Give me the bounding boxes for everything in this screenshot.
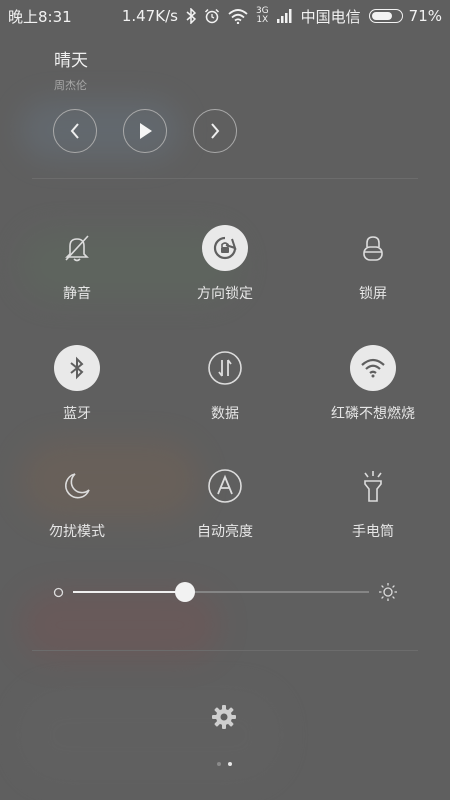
status-bar: 晚上8:31 1.47K/s 3G 1X 中国电信 71% bbox=[0, 0, 450, 32]
network-speed: 1.47K/s bbox=[121, 7, 178, 25]
toggle-flashlight[interactable]: 手电筒 bbox=[308, 463, 438, 563]
page-dot-1 bbox=[217, 762, 221, 766]
toggle-label: 勿扰模式 bbox=[49, 524, 105, 540]
divider-bottom bbox=[32, 650, 418, 651]
song-artist: 周杰伦 bbox=[54, 79, 87, 92]
toggle-circle bbox=[54, 345, 100, 391]
gear-icon[interactable] bbox=[210, 703, 238, 731]
carrier-name: 中国电信 bbox=[300, 7, 361, 26]
toggle-rotation-lock[interactable]: 方向锁定 bbox=[160, 225, 290, 325]
song-title: 晴天 bbox=[54, 51, 88, 71]
battery-percent: 71% bbox=[408, 7, 442, 25]
next-button[interactable] bbox=[193, 109, 237, 153]
play-icon bbox=[140, 123, 152, 139]
bluetooth-icon bbox=[70, 356, 84, 380]
toggle-label: 自动亮度 bbox=[197, 524, 253, 540]
toggle-label: 蓝牙 bbox=[63, 406, 91, 422]
rotation-lock-icon bbox=[213, 236, 237, 260]
toggle-do-not-disturb[interactable]: 勿扰模式 bbox=[12, 463, 142, 563]
toggle-label: 手电筒 bbox=[352, 524, 394, 540]
background-blur bbox=[20, 690, 280, 780]
battery-fill bbox=[371, 12, 392, 20]
toggle-circle bbox=[350, 225, 396, 271]
moon-icon bbox=[65, 473, 90, 499]
lock-icon bbox=[363, 236, 383, 261]
alarm-icon bbox=[204, 8, 219, 24]
toggle-label: 静音 bbox=[63, 286, 91, 302]
music-info: 晴天 周杰伦 bbox=[54, 46, 88, 93]
status-time: 晚上8:31 bbox=[8, 7, 72, 26]
data-icon bbox=[208, 351, 242, 385]
page-dot-2 bbox=[228, 762, 232, 766]
brightness-high-icon bbox=[379, 583, 397, 601]
toggle-lock-screen[interactable]: 锁屏 bbox=[308, 225, 438, 325]
auto-brightness-icon bbox=[208, 469, 242, 503]
signal-icon bbox=[276, 9, 292, 23]
toggle-data[interactable]: 数据 bbox=[160, 345, 290, 445]
previous-icon bbox=[70, 123, 79, 139]
network-1x: 1X bbox=[256, 15, 269, 25]
flashlight-icon bbox=[364, 471, 382, 502]
toggle-silent[interactable]: 静音 bbox=[12, 225, 142, 325]
toggle-circle bbox=[202, 463, 248, 509]
toggle-label: 锁屏 bbox=[359, 286, 387, 302]
bluetooth-icon bbox=[186, 8, 196, 24]
toggle-circle bbox=[202, 345, 248, 391]
bell-off-icon bbox=[65, 235, 89, 262]
toggle-circle bbox=[350, 463, 396, 509]
wifi-icon bbox=[361, 358, 385, 378]
toggle-label: 红磷不想燃烧 bbox=[331, 406, 415, 422]
toggle-circle bbox=[54, 463, 100, 509]
next-icon bbox=[211, 123, 220, 139]
previous-button[interactable] bbox=[53, 109, 97, 153]
toggle-circle bbox=[54, 225, 100, 271]
wifi-icon bbox=[228, 8, 248, 24]
toggle-label: 方向锁定 bbox=[197, 286, 253, 302]
divider-top bbox=[32, 178, 418, 179]
toggle-circle bbox=[202, 225, 248, 271]
brightness-low-icon bbox=[53, 587, 64, 598]
play-button[interactable] bbox=[123, 109, 167, 153]
battery-icon bbox=[368, 9, 403, 23]
network-type: 3G 1X bbox=[256, 7, 269, 25]
status-icons: 3G 1X bbox=[186, 7, 293, 25]
brightness-track-fill bbox=[73, 591, 186, 593]
toggle-circle bbox=[350, 345, 396, 391]
toggle-bluetooth[interactable]: 蓝牙 bbox=[12, 345, 142, 445]
toggle-label: 数据 bbox=[211, 406, 239, 422]
toggle-wifi[interactable]: 红磷不想燃烧 bbox=[308, 345, 438, 445]
toggle-auto-brightness[interactable]: 自动亮度 bbox=[160, 463, 290, 563]
